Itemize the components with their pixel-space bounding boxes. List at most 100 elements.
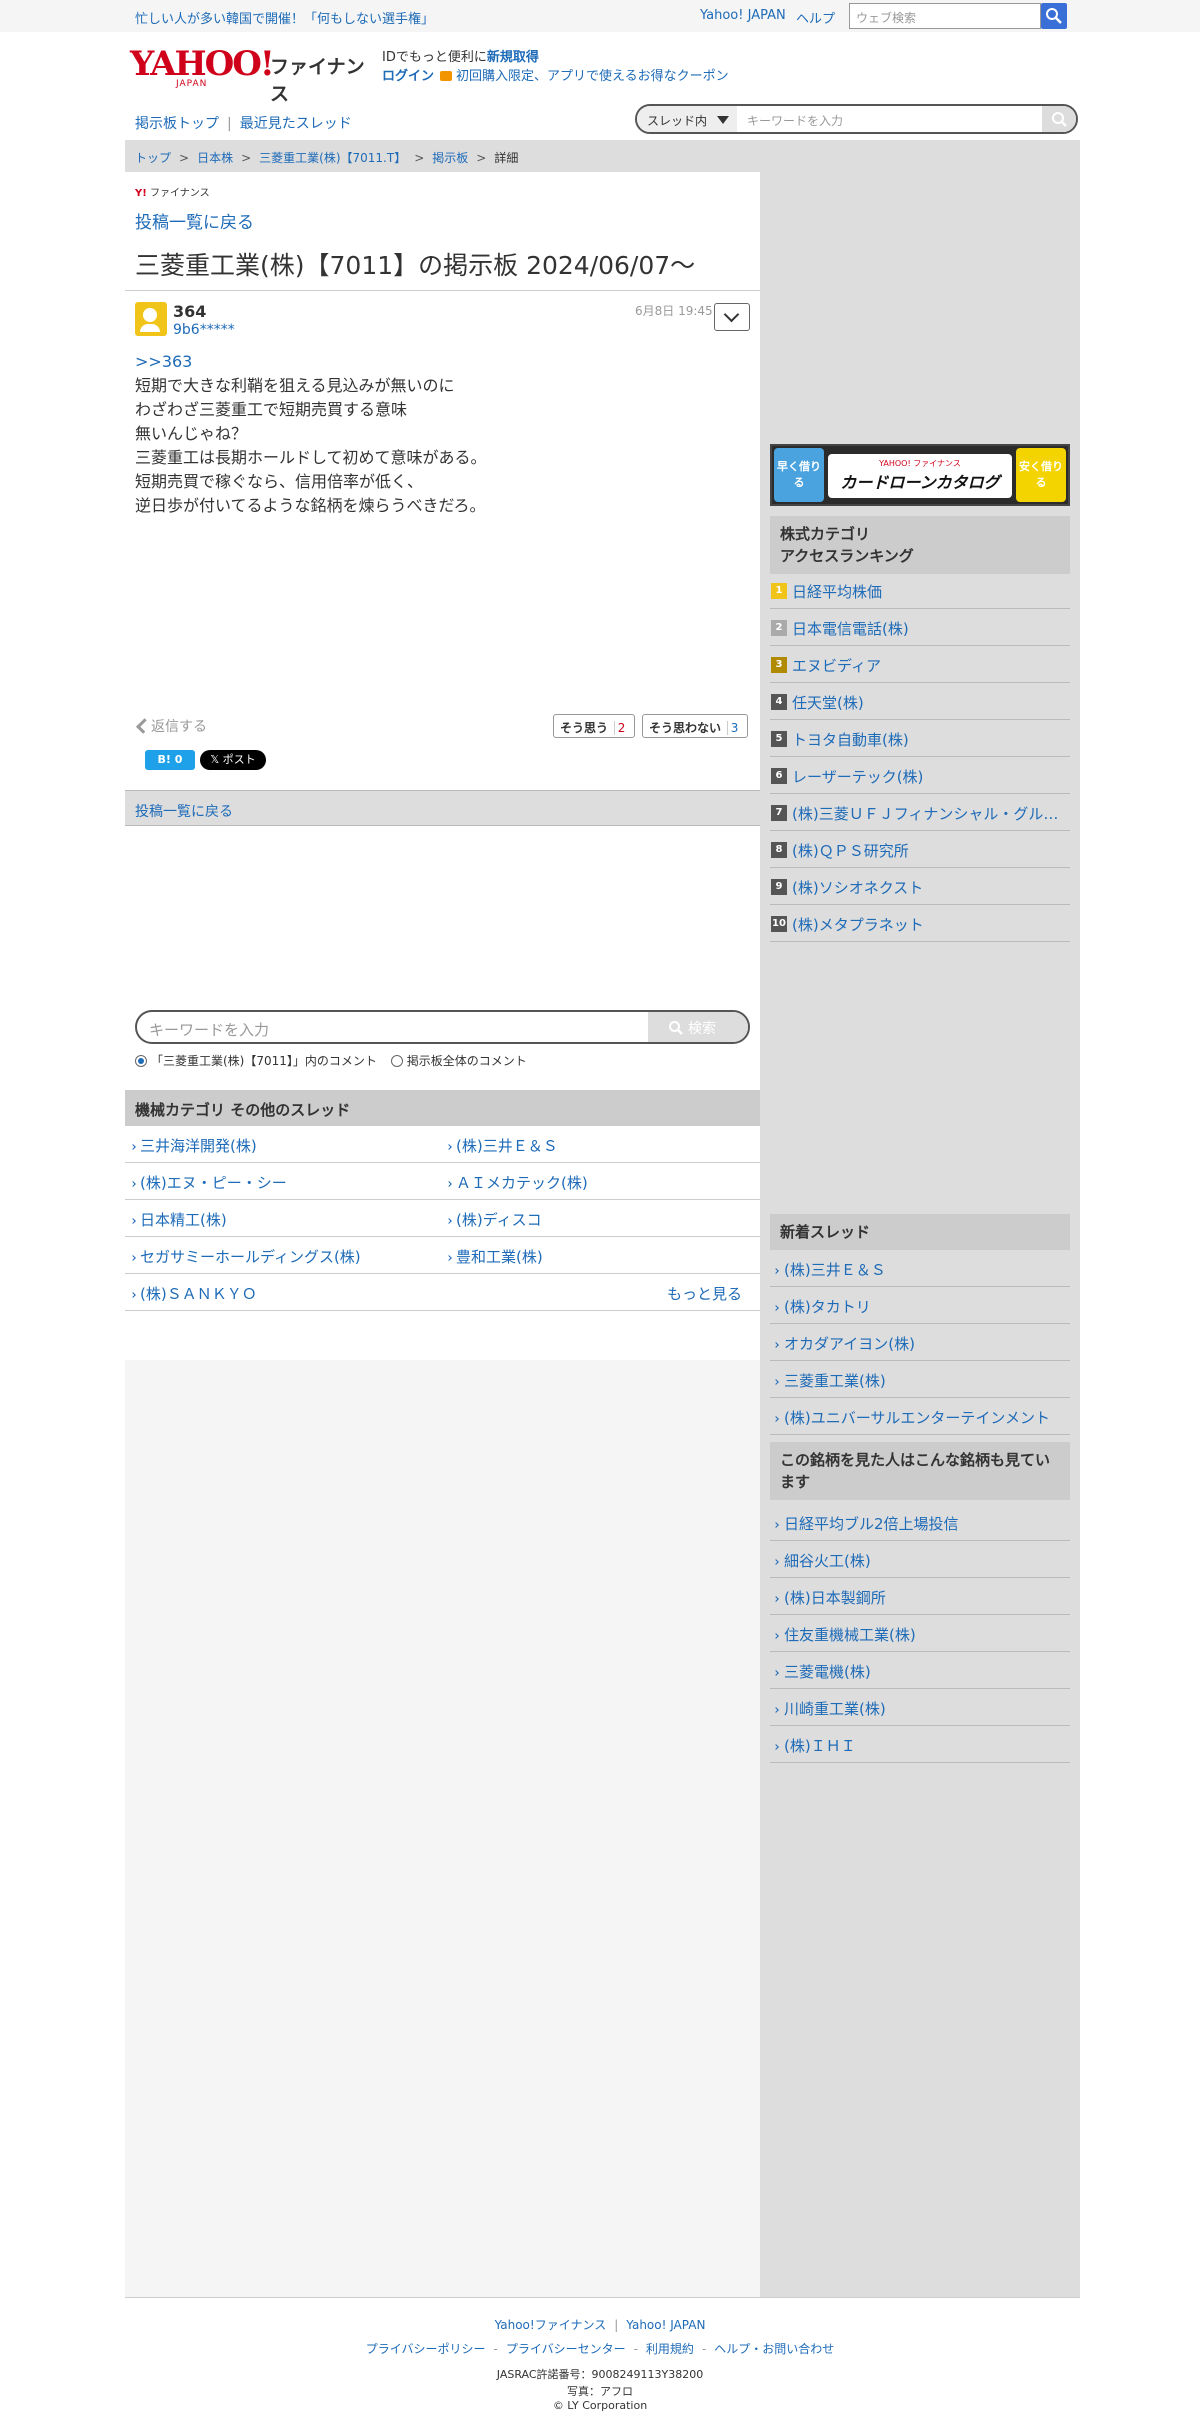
related-item[interactable]: 川崎重工業(株) xyxy=(770,1689,1070,1726)
footer-finance-link[interactable]: Yahoo!ファイナンス xyxy=(495,2318,607,2332)
board-search-button[interactable] xyxy=(1042,106,1076,132)
ranking-item[interactable]: 1 日経平均株価 xyxy=(770,572,1070,609)
chevron-right-icon xyxy=(774,1559,779,1565)
thread-link[interactable]: セガサミーホールディングス(株) xyxy=(130,1246,361,1267)
thread-link[interactable]: ＡＩメカテック(株) xyxy=(446,1172,588,1193)
post-user[interactable]: 9b6***** xyxy=(173,322,235,338)
disagree-button[interactable]: そう思わない 3 xyxy=(642,714,749,738)
search-icon xyxy=(669,1021,683,1035)
new-thread-item[interactable]: (株)三井Ｅ＆Ｓ xyxy=(770,1250,1070,1287)
radio-this-board[interactable] xyxy=(135,1055,147,1067)
breadcrumb-board[interactable]: 掲示板 xyxy=(432,151,468,165)
footer-yahoo-link[interactable]: Yahoo! JAPAN xyxy=(626,2318,705,2332)
card-loan-banner[interactable]: 早く借りる YAHOO! ファイナンス カードローンカタログ 安く借りる xyxy=(770,444,1070,506)
post-body: >>363 短期で大きな利鞘を狙える見込みが無いのに わざわざ三菱重工で短期売買… xyxy=(135,350,487,518)
banner-brand: YAHOO! ファイナンス xyxy=(879,459,961,468)
chevron-right-icon xyxy=(774,1305,779,1311)
breadcrumb-stock[interactable]: 三菱重工業(株)【7011.T】 xyxy=(259,151,406,165)
search-icon xyxy=(1052,112,1067,127)
id-promo-text: IDでもっと便利に xyxy=(382,50,487,65)
ranking-item[interactable]: 6 レーザーテック(株) xyxy=(770,757,1070,794)
thread-name: 三井海洋開発(株) xyxy=(140,1137,257,1155)
yahoo-finance-logo[interactable]: YAHOO! JAPAN ファイナンス xyxy=(130,44,370,105)
privacy-policy-link[interactable]: プライバシーポリシー xyxy=(366,2342,486,2356)
search-button-label: 検索 xyxy=(688,1021,716,1037)
help-contact-link[interactable]: ヘルプ・お問い合わせ xyxy=(714,2342,834,2356)
radio-all-boards[interactable] xyxy=(390,1055,403,1067)
reply-button[interactable]: 返信する xyxy=(135,716,207,736)
new-thread-item[interactable]: (株)タカトリ xyxy=(770,1287,1070,1324)
radio-all-boards-label[interactable]: 掲示板全体のコメント xyxy=(407,1054,527,1068)
ranking-item[interactable]: 8 (株)ＱＰＳ研究所 xyxy=(770,831,1070,868)
post-line: 三菱重工は長期ホールドして初めて意味がある。 xyxy=(135,448,487,467)
web-search-button[interactable] xyxy=(1041,3,1067,29)
thread-link[interactable]: (株)ディスコ xyxy=(446,1209,542,1230)
finance-small-logo: Y! ファイナンス xyxy=(135,184,210,199)
search-scope-select[interactable]: スレッド内 xyxy=(637,106,737,132)
promo-link[interactable]: 忙しい人が多い韓国で開催！「何もしない選手権」 xyxy=(135,8,434,27)
comment-search-input[interactable]: キーワードを入力 xyxy=(149,1019,269,1040)
related-item[interactable]: 住友重機械工業(株) xyxy=(770,1615,1070,1652)
thread-link[interactable]: 日本精工(株) xyxy=(130,1209,227,1230)
small-logo-text: ファイナンス xyxy=(150,188,210,199)
chevron-right-icon xyxy=(446,1144,452,1150)
new-thread-item[interactable]: オカダアイヨン(株) xyxy=(770,1324,1070,1361)
related-item-text: (株)ＩＨＩ xyxy=(784,1737,856,1755)
logo-yahoo: YAHOO! xyxy=(130,44,275,84)
thread-link[interactable]: 豊和工業(株) xyxy=(446,1246,543,1267)
related-item[interactable]: (株)ＩＨＩ xyxy=(770,1726,1070,1763)
terms-link[interactable]: 利用規約 xyxy=(646,2342,694,2356)
register-link[interactable]: 新規取得 xyxy=(487,50,539,65)
ranking-item[interactable]: 10 (株)メタプラネット xyxy=(770,905,1070,942)
radio-this-board-label[interactable]: 「三菱重工業(株)【7011】」内のコメント xyxy=(151,1054,377,1068)
search-icon xyxy=(1046,8,1062,24)
privacy-center-link[interactable]: プライバシーセンター xyxy=(506,2342,626,2356)
agree-button[interactable]: そう思う 2 xyxy=(553,714,636,738)
login-link[interactable]: ログイン xyxy=(382,69,434,84)
related-item-text: 川崎重工業(株) xyxy=(784,1700,886,1718)
new-thread-item[interactable]: (株)ユニバーサルエンターテインメント xyxy=(770,1398,1070,1435)
ranking-item[interactable]: 3 エヌビディア xyxy=(770,646,1070,683)
ranking-item[interactable]: 2 日本電信電話(株) xyxy=(770,609,1070,646)
avatar xyxy=(135,302,167,336)
breadcrumb-top[interactable]: トップ xyxy=(135,151,171,165)
coupon-link[interactable]: 初回購入限定、アプリで使えるお得なクーポン xyxy=(456,69,729,84)
new-thread-item[interactable]: 三菱重工業(株) xyxy=(770,1361,1070,1398)
ranking-item[interactable]: 4 任天堂(株) xyxy=(770,683,1070,720)
reply-anchor-link[interactable]: >>363 xyxy=(135,350,487,374)
back-to-list-link[interactable]: 投稿一覧に戻る xyxy=(135,208,254,233)
more-threads-link[interactable]: もっと見る xyxy=(667,1283,742,1304)
thread-link[interactable]: (株)エヌ・ピー・シー xyxy=(130,1172,287,1193)
post-menu-button[interactable] xyxy=(714,303,750,331)
thread-row: (株)エヌ・ピー・シー ＡＩメカテック(株) xyxy=(125,1163,760,1200)
related-item-text: 住友重機械工業(株) xyxy=(784,1626,916,1644)
recent-threads-link[interactable]: 最近見たスレッド xyxy=(240,116,352,132)
breadcrumb-japan-stocks[interactable]: 日本株 xyxy=(197,151,233,165)
ranking-item[interactable]: 7 (株)三菱ＵＦＪフィナンシャル・グループ xyxy=(770,794,1070,831)
back-to-list-link-bottom[interactable]: 投稿一覧に戻る xyxy=(135,801,233,821)
x-post-button[interactable]: 𝕏 ポスト xyxy=(200,750,266,770)
comment-search-button[interactable]: 検索 xyxy=(648,1012,748,1042)
chevron-right-icon xyxy=(774,1416,779,1422)
rank-badge: 1 xyxy=(771,583,787,599)
ranking-item[interactable]: 9 (株)ソシオネクスト xyxy=(770,868,1070,905)
hatena-bookmark-button[interactable]: B! 0 xyxy=(145,750,195,770)
related-item[interactable]: 日経平均ブル2倍上場投信 xyxy=(770,1504,1070,1541)
thread-link[interactable]: (株)ＳＡＮＫＹＯ xyxy=(130,1283,257,1304)
web-search-input[interactable]: ウェブ検索 xyxy=(849,3,1041,29)
help-link[interactable]: ヘルプ xyxy=(796,8,835,27)
related-item[interactable]: 細谷火工(株) xyxy=(770,1541,1070,1578)
rank-badge: 4 xyxy=(771,694,787,710)
related-item[interactable]: 三菱電機(株) xyxy=(770,1652,1070,1689)
thread-link[interactable]: (株)三井Ｅ＆Ｓ xyxy=(446,1135,558,1156)
thread-name: (株)ＳＡＮＫＹＯ xyxy=(140,1285,257,1303)
related-item-label: 住友重機械工業(株) xyxy=(774,1624,1068,1645)
yahoo-japan-link[interactable]: Yahoo! JAPAN xyxy=(700,8,786,23)
related-item-text: 日経平均ブル2倍上場投信 xyxy=(784,1515,959,1533)
ranking-item[interactable]: 5 トヨタ自動車(株) xyxy=(770,720,1070,757)
thread-link[interactable]: 三井海洋開発(株) xyxy=(130,1135,257,1156)
related-item[interactable]: (株)日本製鋼所 xyxy=(770,1578,1070,1615)
chevron-right-icon xyxy=(774,1342,779,1348)
board-search-input[interactable]: キーワードを入力 xyxy=(747,112,843,129)
board-top-link[interactable]: 掲示板トップ xyxy=(135,116,219,132)
